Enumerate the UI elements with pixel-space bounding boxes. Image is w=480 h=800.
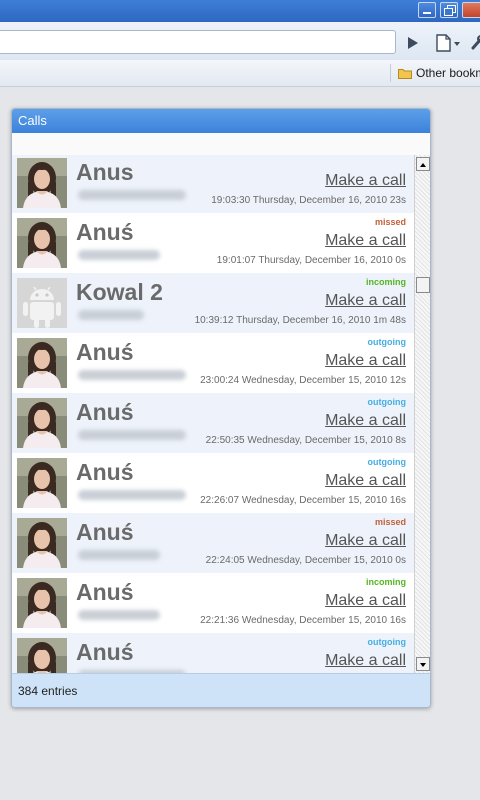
call-timestamp: 22:50:35 Wednesday, December 15, 2010 8s (205, 435, 406, 446)
call-timestamp: 10:39:12 Thursday, December 16, 2010 1m … (194, 315, 406, 326)
bookmarks-bar: Other bookm (0, 60, 480, 87)
calls-toolbar (12, 133, 430, 156)
scroll-thumb[interactable] (416, 277, 430, 293)
phone-number-redacted (78, 550, 160, 560)
calls-window: Calls Anus Make a call 19:03:30 Thursday, … (11, 108, 431, 708)
contact-photo (17, 218, 67, 268)
contact-name: Anuś (76, 459, 134, 485)
minimize-button[interactable] (418, 2, 436, 18)
call-timestamp: 22:24:05 Wednesday, December 15, 2010 0s (205, 555, 406, 566)
call-status-missed: missed (374, 217, 406, 227)
call-row[interactable]: Anus Make a call 19:03:30 Thursday, Decemb… (12, 155, 414, 213)
make-a-call-link[interactable]: Make a call (325, 652, 406, 670)
call-status-outgoing: outgoing (367, 337, 406, 347)
contact-name: Anuś (76, 639, 134, 665)
call-timestamp: 22:26:07 Wednesday, December 15, 2010 16… (200, 495, 406, 506)
call-timestamp: 22:21:36 Wednesday, December 15, 2010 16… (200, 615, 406, 626)
arrow-down-icon (420, 663, 426, 667)
phone-number-redacted (78, 610, 160, 620)
wrench-menu-button[interactable] (470, 32, 480, 54)
call-list[interactable]: Anus Make a call 19:03:30 Thursday, Decemb… (12, 155, 414, 673)
contact-photo (17, 638, 67, 673)
contact-name: Anuś (76, 339, 134, 365)
call-row[interactable]: Anuś outgoing Make a call 23:00:24 Wednesda… (12, 333, 414, 393)
call-status-missed: missed (374, 517, 406, 527)
make-a-call-link[interactable]: Make a call (325, 292, 406, 310)
make-a-call-link[interactable]: Make a call (325, 352, 406, 370)
contact-name: Anuś (76, 399, 134, 425)
address-bar[interactable] (0, 30, 396, 54)
contact-photo (17, 458, 67, 508)
call-row[interactable]: Anuś missed Make a call 22:24:05 Wednesday,… (12, 513, 414, 573)
phone-number-redacted (78, 430, 186, 440)
calls-window-title: Calls (12, 109, 430, 133)
minimize-icon (423, 12, 431, 14)
make-a-call-link[interactable]: Make a call (325, 472, 406, 490)
contact-photo (17, 398, 67, 448)
play-icon (408, 37, 418, 49)
browser-toolbar (0, 22, 480, 61)
bookmarks-divider (390, 64, 391, 82)
call-row[interactable]: Anuś missed Make a call 19:01:07 Thursday, … (12, 213, 414, 273)
wrench-icon (471, 35, 480, 50)
contact-name: Kowal 2 (76, 279, 163, 305)
title-bar (0, 0, 480, 22)
arrow-up-icon (420, 163, 426, 167)
call-row[interactable]: Anuś outgoing Make a call 22:26:07 Wednesda… (12, 453, 414, 513)
make-a-call-link[interactable]: Make a call (325, 412, 406, 430)
call-status-incoming: incoming (366, 577, 406, 587)
contact-photo (17, 158, 67, 208)
call-row[interactable]: Kowal 2 incoming Make a call 10:39:12 Thurs… (12, 273, 414, 333)
entries-count: 384 entries (12, 673, 430, 707)
phone-number-redacted (78, 190, 186, 200)
contact-name: Anus (76, 159, 134, 185)
go-button[interactable] (400, 32, 424, 54)
page-menu-button[interactable] (432, 32, 466, 54)
call-status-incoming: incoming (366, 277, 406, 287)
call-timestamp: 19:01:07 Thursday, December 16, 2010 0s (216, 255, 406, 266)
restore-button[interactable] (440, 2, 458, 18)
make-a-call-link[interactable]: Make a call (325, 232, 406, 250)
restore-icon-front (444, 8, 453, 16)
make-a-call-link[interactable]: Make a call (325, 592, 406, 610)
call-status-outgoing: outgoing (367, 397, 406, 407)
make-a-call-link[interactable]: Make a call (325, 532, 406, 550)
contact-name: Anuś (76, 219, 134, 245)
call-list-scrollbar[interactable] (414, 155, 430, 673)
page-icon (436, 34, 460, 52)
make-a-call-link[interactable]: Make a call (325, 172, 406, 190)
call-timestamp: 23:00:24 Wednesday, December 15, 2010 12… (200, 375, 406, 386)
folder-icon (398, 68, 412, 79)
call-timestamp: 19:03:30 Thursday, December 16, 2010 23s (211, 195, 406, 206)
phone-number-redacted (78, 310, 144, 320)
contact-photo (17, 518, 67, 568)
other-bookmarks-button[interactable]: Other bookm (398, 64, 480, 82)
android-avatar-icon (17, 278, 67, 328)
call-row[interactable]: AnuśoutgoingMake a call22:09:58 Wednesda… (12, 633, 414, 673)
scroll-up-button[interactable] (416, 157, 430, 171)
contact-name: Anuś (76, 519, 134, 545)
phone-number-redacted (78, 370, 186, 380)
scroll-down-button[interactable] (416, 657, 430, 671)
contact-photo (17, 338, 67, 388)
call-row[interactable]: Anuś outgoing Make a call 22:50:35 Wednesda… (12, 393, 414, 453)
contact-name: Anuś (76, 579, 134, 605)
call-status-outgoing: outgoing (367, 637, 406, 647)
other-bookmarks-label: Other bookm (416, 66, 480, 80)
call-row[interactable]: Anuś incoming Make a call 22:21:36 Wednesda… (12, 573, 414, 633)
phone-number-redacted (78, 250, 160, 260)
contact-photo (17, 578, 67, 628)
call-status-outgoing: outgoing (367, 457, 406, 467)
phone-number-redacted (78, 490, 186, 500)
close-button[interactable] (462, 2, 480, 18)
